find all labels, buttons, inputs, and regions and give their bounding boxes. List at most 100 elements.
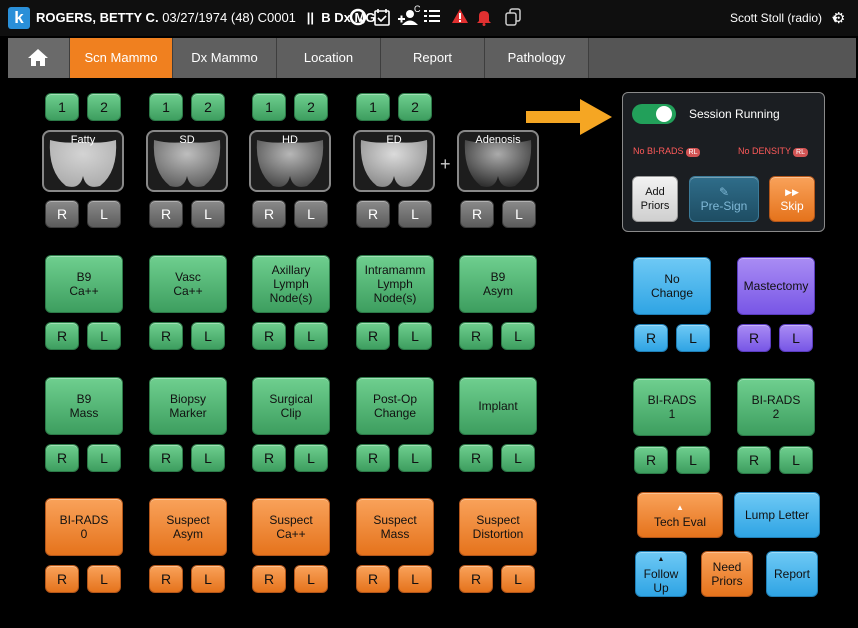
tab-home[interactable] [8, 38, 70, 78]
suspect-asym-l-button[interactable]: L [191, 565, 225, 593]
density-2-num-2-button[interactable]: 2 [191, 93, 225, 121]
density-3-num-1-button[interactable]: 1 [252, 93, 286, 121]
no-change-l-button[interactable]: L [676, 324, 710, 352]
skip-button[interactable]: ▶▶ Skip [769, 176, 815, 222]
axillary-lymph-nodes-button[interactable]: Axillary Lymph Node(s) [252, 255, 330, 313]
vasc-ca-r-button[interactable]: R [149, 322, 183, 350]
density-sd-l-button[interactable]: L [191, 200, 225, 228]
density-4-num-1-button[interactable]: 1 [356, 93, 390, 121]
suspect-distortion-l-button[interactable]: L [501, 565, 535, 593]
calendar-check-icon[interactable] [374, 8, 390, 31]
density-thumb-ed[interactable]: ED [353, 130, 435, 192]
gear-icon[interactable]: ⚙ [832, 9, 845, 27]
density-thumb-hd[interactable]: HD [249, 130, 331, 192]
surgical-clip-l-button[interactable]: L [294, 444, 328, 472]
birads1-r-button[interactable]: R [634, 446, 668, 474]
density-3-num-2-button[interactable]: 2 [294, 93, 328, 121]
copy-icon[interactable] [505, 8, 521, 31]
suspect-mass-r-button[interactable]: R [356, 565, 390, 593]
axillary-lymph-nodes-l-button[interactable]: L [294, 322, 328, 350]
b9-asym-button[interactable]: B9 Asym [459, 255, 537, 313]
no-change-r-button[interactable]: R [634, 324, 668, 352]
b9-ca-l-button[interactable]: L [87, 322, 121, 350]
b9-asym-l-button[interactable]: L [501, 322, 535, 350]
bi-rads-0-r-button[interactable]: R [45, 565, 79, 593]
post-op-change-r-button[interactable]: R [356, 444, 390, 472]
bi-rads-0-button[interactable]: BI-RADS 0 [45, 498, 123, 556]
biopsy-marker-l-button[interactable]: L [191, 444, 225, 472]
intramamm-lymph-nodes-button[interactable]: Intramamm Lymph Node(s) [356, 255, 434, 313]
density-sd-r-button[interactable]: R [149, 200, 183, 228]
birads1-button[interactable]: BI-RADS 1 [633, 378, 711, 436]
tech-eval-button[interactable]: ▲ Tech Eval [637, 492, 723, 538]
mastectomy-l-button[interactable]: L [779, 324, 813, 352]
suspect-ca-r-button[interactable]: R [252, 565, 286, 593]
b9-mass-l-button[interactable]: L [87, 444, 121, 472]
b9-ca-button[interactable]: B9 Ca++ [45, 255, 123, 313]
post-op-change-l-button[interactable]: L [398, 444, 432, 472]
follow-up-button[interactable]: ▲ Follow Up [635, 551, 687, 597]
alert-triangle-icon[interactable] [451, 8, 469, 29]
birads1-l-button[interactable]: L [676, 446, 710, 474]
suspect-ca-button[interactable]: Suspect Ca++ [252, 498, 330, 556]
density-1-num-2-button[interactable]: 2 [87, 93, 121, 121]
suspect-mass-l-button[interactable]: L [398, 565, 432, 593]
list-icon[interactable] [424, 8, 440, 29]
density-fatty-r-button[interactable]: R [45, 200, 79, 228]
b9-asym-r-button[interactable]: R [459, 322, 493, 350]
tab-location[interactable]: Location [277, 38, 381, 78]
biopsy-marker-r-button[interactable]: R [149, 444, 183, 472]
q-icon[interactable] [349, 8, 367, 31]
implant-r-button[interactable]: R [459, 444, 493, 472]
suspect-ca-l-button[interactable]: L [294, 565, 328, 593]
birads2-button[interactable]: BI-RADS 2 [737, 378, 815, 436]
implant-button[interactable]: Implant [459, 377, 537, 435]
presign-button[interactable]: ✎ Pre-Sign [689, 176, 759, 222]
tab-dx-mammo[interactable]: Dx Mammo [173, 38, 277, 78]
add-priors-button[interactable]: Add Priors [632, 176, 678, 222]
suspect-distortion-r-button[interactable]: R [459, 565, 493, 593]
tab-scn-mammo[interactable]: Scn Mammo [70, 38, 173, 78]
bi-rads-0-l-button[interactable]: L [87, 565, 121, 593]
user-menu[interactable]: Scott Stoll (radio) ▼ [730, 11, 839, 25]
vasc-ca-button[interactable]: Vasc Ca++ [149, 255, 227, 313]
intramamm-lymph-nodes-l-button[interactable]: L [398, 322, 432, 350]
surgical-clip-button[interactable]: Surgical Clip [252, 377, 330, 435]
density-ed-r-button[interactable]: R [356, 200, 390, 228]
report-button[interactable]: Report [766, 551, 818, 597]
mastectomy-button[interactable]: Mastectomy [737, 257, 815, 315]
tab-report[interactable]: Report [381, 38, 485, 78]
density-hd-r-button[interactable]: R [252, 200, 286, 228]
density-thumb-adenosis[interactable]: Adenosis [457, 130, 539, 192]
density-1-num-1-button[interactable]: 1 [45, 93, 79, 121]
lump-letter-button[interactable]: Lump Letter [734, 492, 820, 538]
app-logo[interactable]: k [8, 7, 30, 29]
density-2-num-1-button[interactable]: 1 [149, 93, 183, 121]
axillary-lymph-nodes-r-button[interactable]: R [252, 322, 286, 350]
b9-mass-button[interactable]: B9 Mass [45, 377, 123, 435]
need-priors-button[interactable]: Need Priors [701, 551, 753, 597]
b9-mass-r-button[interactable]: R [45, 444, 79, 472]
density-thumb-sd[interactable]: SD [146, 130, 228, 192]
suspect-asym-r-button[interactable]: R [149, 565, 183, 593]
birads2-r-button[interactable]: R [737, 446, 771, 474]
implant-l-button[interactable]: L [501, 444, 535, 472]
mastectomy-r-button[interactable]: R [737, 324, 771, 352]
tab-pathology[interactable]: Pathology [485, 38, 589, 78]
birads2-l-button[interactable]: L [779, 446, 813, 474]
post-op-change-button[interactable]: Post-Op Change [356, 377, 434, 435]
no-change-button[interactable]: No Change [633, 257, 711, 315]
suspect-mass-button[interactable]: Suspect Mass [356, 498, 434, 556]
biopsy-marker-button[interactable]: Biopsy Marker [149, 377, 227, 435]
density-adenosis-r-button[interactable]: R [460, 200, 494, 228]
density-adenosis-l-button[interactable]: L [502, 200, 536, 228]
suspect-distortion-button[interactable]: Suspect Distortion [459, 498, 537, 556]
bell-icon[interactable] [476, 8, 492, 31]
density-thumb-fatty[interactable]: Fatty [42, 130, 124, 192]
b9-ca-r-button[interactable]: R [45, 322, 79, 350]
density-fatty-l-button[interactable]: L [87, 200, 121, 228]
density-ed-l-button[interactable]: L [398, 200, 432, 228]
suspect-asym-button[interactable]: Suspect Asym [149, 498, 227, 556]
density-hd-l-button[interactable]: L [294, 200, 328, 228]
surgical-clip-r-button[interactable]: R [252, 444, 286, 472]
